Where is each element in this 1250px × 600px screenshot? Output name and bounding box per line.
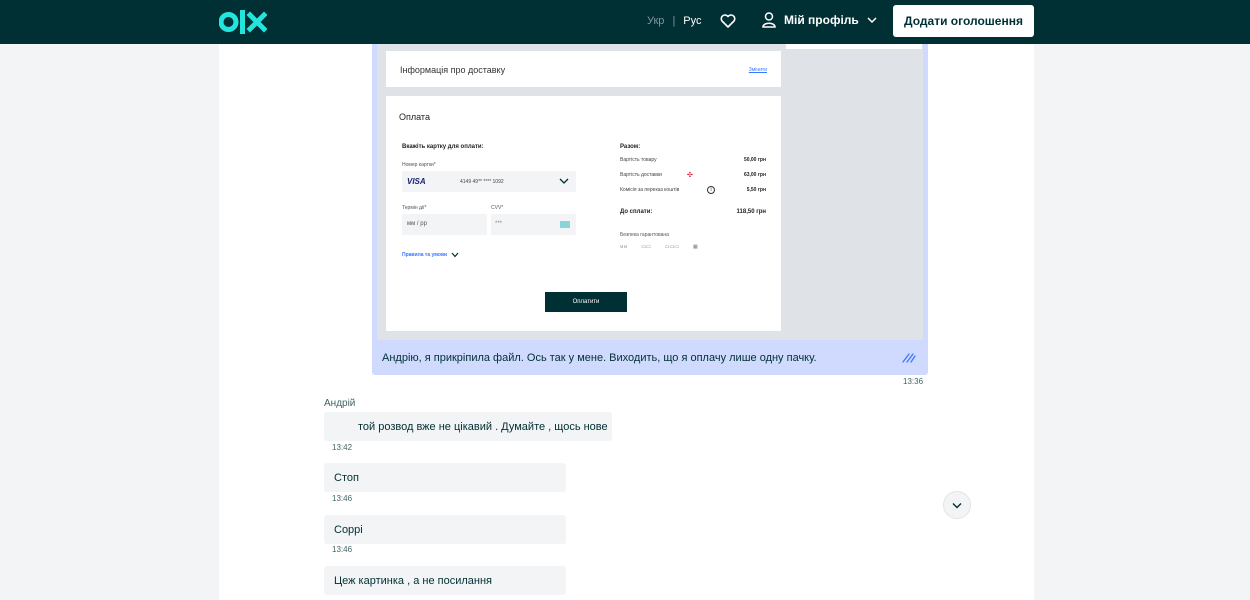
delivery-title: Інформація про доставку bbox=[400, 65, 506, 75]
my-profile-menu[interactable]: Мій профіль bbox=[762, 12, 877, 28]
cvv-label: CVV* bbox=[491, 205, 504, 211]
info-icon: i bbox=[707, 186, 715, 194]
olx-logo[interactable] bbox=[219, 9, 267, 35]
guarantee-label: Безпека гарантована bbox=[620, 232, 669, 238]
card-heading: Вкажіть картку для оплати: bbox=[402, 144, 484, 150]
card-number: 4149 49** **** 1092 bbox=[460, 179, 504, 185]
incoming-message-bubble: той розвод вже не цікавий . Думайте , що… bbox=[324, 412, 612, 441]
cvv-placeholder: *** bbox=[495, 221, 503, 227]
user-icon bbox=[762, 12, 776, 28]
summary-row: Вартість товару 50,00 грн bbox=[620, 157, 766, 163]
summary-row: Комісія за переказ коштів i 5,50 грн bbox=[620, 186, 766, 194]
rules-label: Правила та умови bbox=[402, 252, 448, 258]
message-text: Цеж картинка , а не посилання bbox=[334, 575, 492, 587]
lang-ukr-link[interactable]: Укр bbox=[647, 15, 664, 27]
double-check-icon bbox=[902, 353, 916, 363]
summary-row-value: 5,50 грн bbox=[746, 187, 766, 193]
payment-title: Оплата bbox=[399, 112, 430, 122]
payment-card: Оплата Вкажіть картку для оплати: Номер … bbox=[386, 96, 781, 331]
outgoing-message-text: Андрію, я прикріпила файл. Ось так у мен… bbox=[382, 352, 817, 364]
summary-row-label: Вартість доставки bbox=[620, 172, 662, 178]
message-time: 13:36 bbox=[903, 377, 924, 386]
lang-rus-link[interactable]: Рус bbox=[683, 15, 701, 27]
summary-row-value: 63,00 грн bbox=[743, 172, 766, 178]
expiry-field: мм / рр bbox=[402, 214, 487, 235]
top-header: Укр | Рус Мій профіль Додати оголошення bbox=[0, 0, 1250, 44]
card-select: VISA 4149 49** **** 1092 bbox=[402, 171, 576, 192]
attached-image[interactable]: Інформація про доставку Змінити Оплата В… bbox=[377, 44, 923, 340]
summary-row-label: Комісія за переказ коштів bbox=[620, 187, 680, 193]
lang-separator: | bbox=[672, 15, 676, 27]
message-time: 13:46 bbox=[332, 545, 353, 554]
payment-logos: ⊍⊍ ▭▭ ▭▭▭ ▦ bbox=[620, 244, 698, 250]
add-ad-button[interactable]: Додати оголошення bbox=[893, 5, 1034, 37]
summary-row-label: Вартість товару bbox=[620, 157, 657, 163]
summary-row-value: 50,00 грн bbox=[743, 157, 766, 163]
message-text: той розвод вже не цікавий . Думайте , що… bbox=[358, 421, 608, 433]
language-switcher: Укр | Рус bbox=[647, 15, 702, 27]
pci-dss-icon: ▦ bbox=[692, 244, 698, 250]
expiry-label: Термін дії* bbox=[402, 205, 427, 211]
summary-title: Разом: bbox=[620, 144, 641, 150]
delivery-info-card: Інформація про доставку Змінити bbox=[386, 51, 781, 87]
total-value: 118,50 грн bbox=[736, 209, 766, 215]
total-label: До сплати: bbox=[620, 209, 653, 215]
chevron-down-icon bbox=[952, 502, 962, 508]
chevron-down-icon bbox=[559, 178, 569, 184]
chevron-down-icon bbox=[867, 17, 877, 24]
visa-logo: VISA bbox=[407, 177, 426, 186]
scroll-down-button[interactable] bbox=[943, 491, 971, 519]
chevron-down-icon bbox=[451, 252, 459, 258]
attachment-top-strip bbox=[786, 44, 922, 49]
card-icon bbox=[560, 221, 570, 228]
delivery-change-link: Змінити bbox=[748, 67, 767, 73]
mastercard-securecode-icon: ▭▭▭ bbox=[664, 244, 679, 250]
rules-link: Правила та умови bbox=[402, 252, 459, 258]
incoming-message-bubble: Стоп bbox=[324, 463, 566, 492]
message-time: 13:46 bbox=[332, 494, 353, 503]
my-profile-label: Мій профіль bbox=[784, 13, 859, 27]
expiry-placeholder: мм / рр bbox=[407, 221, 427, 227]
cvv-field: *** bbox=[491, 214, 576, 235]
incoming-message-bubble: Цеж картинка , а не посилання bbox=[324, 566, 566, 595]
card-number-label: Номер картки* bbox=[402, 162, 436, 168]
message-time: 13:42 bbox=[332, 443, 353, 452]
message-text: Соррі bbox=[334, 524, 363, 536]
nova-poshta-icon: ✣ bbox=[687, 172, 693, 179]
incoming-message-bubble: Соррі bbox=[324, 515, 566, 544]
pay-button: Оплатити bbox=[545, 292, 627, 312]
message-text: Стоп bbox=[334, 472, 359, 484]
heart-icon[interactable] bbox=[720, 13, 736, 29]
author-name: Андрій bbox=[324, 398, 356, 409]
verified-by-visa-icon: ▭▭ bbox=[641, 244, 651, 250]
total-row: До сплати: 118,50 грн bbox=[620, 209, 766, 215]
summary-row: Вартість доставки ✣ 63,00 грн bbox=[620, 172, 766, 179]
payment-logo-icon: ⊍⊍ bbox=[620, 244, 628, 250]
